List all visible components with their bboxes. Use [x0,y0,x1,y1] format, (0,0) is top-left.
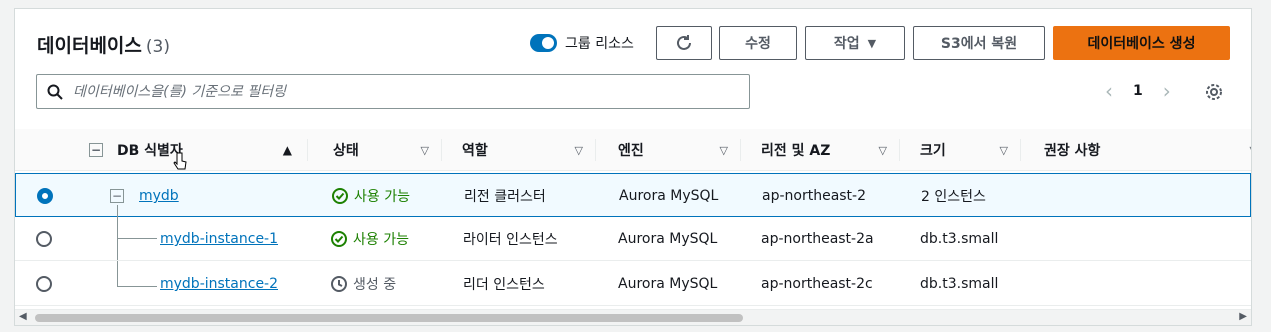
collapse-icon[interactable]: − [110,189,124,203]
column-label: 권장 사항 [1044,143,1101,159]
table-row[interactable]: mydb-instance-2 생성 중 리더 인스턴스 Aurora MySQ… [15,262,1251,306]
row-radio[interactable] [37,188,53,204]
row-select-cell[interactable] [37,174,53,218]
row-radio[interactable] [36,276,52,292]
check-circle-icon [332,188,348,204]
engine-cell: Aurora MySQL [619,188,719,204]
group-resources-toggle[interactable]: 그룹 리소스 [530,33,634,53]
scroll-thumb[interactable] [35,314,743,322]
column-engine[interactable]: 엔진 ▽ [618,129,740,171]
modify-label: 수정 [745,36,771,52]
current-page[interactable]: 1 [1133,83,1143,99]
row-radio[interactable] [36,231,52,247]
status-cell: 사용 가능 [331,217,409,261]
sort-icon: ▽ [1250,144,1251,157]
create-database-label: 데이터베이스 생성 [1087,36,1196,52]
gear-icon[interactable] [1203,81,1225,103]
actions-label: 작업 [833,36,860,52]
role-cell: 리더 인스턴스 [463,277,545,293]
filter-search[interactable] [36,74,750,109]
refresh-icon [677,35,691,50]
toggle-switch[interactable] [530,34,557,52]
db-identifier-link[interactable]: mydb-instance-1 [160,231,278,247]
create-database-button[interactable]: 데이터베이스 생성 [1053,26,1230,60]
scroll-right-icon[interactable]: ▶ [1239,311,1247,322]
column-label: 엔진 [618,143,644,159]
db-identifier-link[interactable]: mydb [139,188,179,204]
page-title: 데이터베이스 (3) [37,31,170,58]
database-count: (3) [145,37,170,57]
collapse-all-icon[interactable]: − [89,143,103,157]
check-circle-icon [331,231,347,247]
column-region-az[interactable]: 리전 및 AZ ▽ [761,129,899,171]
column-db-identifier[interactable]: − DB 식별자 ▲ [89,129,304,171]
refresh-button[interactable] [656,26,712,60]
status-text: 사용 가능 [354,189,410,205]
horizontal-scrollbar[interactable]: ◀ ▶ [15,309,1251,325]
sort-ascending-icon: ▲ [282,143,292,157]
title-text: 데이터베이스 [37,35,142,57]
caret-down-icon: ▼ [867,36,877,50]
column-recommendations[interactable]: 권장 사항 ▽ [1044,129,1251,171]
region-cell: ap-northeast-2a [761,231,874,247]
column-label: 역할 [462,143,488,159]
restore-s3-label: S3에서 복원 [940,36,1018,52]
row-select-cell[interactable] [36,262,52,306]
sort-icon: ▽ [999,143,1008,157]
engine-cell: Aurora MySQL [618,231,718,247]
clock-icon [331,276,347,292]
table-row[interactable]: − mydb 사용 가능 리전 클러스터 Aurora MySQL ap-nor… [15,173,1251,217]
db-identifier-link[interactable]: mydb-instance-2 [160,276,278,292]
status-text: 사용 가능 [353,232,409,248]
prev-page-icon[interactable]: ‹ [1105,79,1113,103]
restore-from-s3-button[interactable]: S3에서 복원 [913,26,1045,60]
size-cell: db.t3.small [920,276,999,292]
sort-icon: ▽ [878,143,887,157]
next-page-icon[interactable]: › [1163,79,1171,103]
actions-button[interactable]: 작업 ▼ [805,26,905,60]
role-cell: 리전 클러스터 [464,189,546,205]
engine-cell: Aurora MySQL [618,276,718,292]
column-label: 크기 [920,143,946,159]
toggle-label: 그룹 리소스 [565,36,634,52]
column-size[interactable]: 크기 ▽ [920,129,1020,171]
databases-panel: 데이터베이스 (3) 그룹 리소스 수정 작업 ▼ S3에서 복원 데이터베이스 … [14,8,1252,326]
column-label: 상태 [333,143,359,159]
pagination: ‹ 1 › [1105,79,1171,103]
status-cell: 사용 가능 [332,174,410,218]
row-select-cell[interactable] [36,217,52,261]
table-column-headers: − DB 식별자 ▲ 상태 ▽ 역할 ▽ 엔진 ▽ 리전 및 AZ ▽ 크기 ▽ [15,129,1251,171]
modify-button[interactable]: 수정 [719,26,797,60]
search-input[interactable] [73,83,733,100]
sort-icon: ▽ [420,143,429,157]
role-cell: 라이터 인스턴스 [463,232,558,248]
column-status[interactable]: 상태 ▽ [333,129,441,171]
status-cell: 생성 중 [331,262,396,306]
column-role[interactable]: 역할 ▽ [462,129,595,171]
table-row[interactable]: mydb-instance-1 사용 가능 라이터 인스턴스 Aurora My… [15,217,1251,261]
region-cell: ap-northeast-2c [761,276,873,292]
size-cell: 2 인스턴스 [921,189,986,205]
search-icon [47,84,63,100]
scroll-left-icon[interactable]: ◀ [19,311,27,322]
size-cell: db.t3.small [920,231,999,247]
column-label: 리전 및 AZ [761,143,831,159]
db-identifier-cell: mydb-instance-1 [160,217,278,261]
status-text: 생성 중 [353,277,397,293]
db-identifier-cell: mydb-instance-2 [160,262,278,306]
mouse-cursor-icon [173,152,187,170]
sort-icon: ▽ [719,143,728,157]
sort-icon: ▽ [574,143,583,157]
table-header-bar: 데이터베이스 (3) 그룹 리소스 수정 작업 ▼ S3에서 복원 데이터베이스 … [15,9,1251,129]
region-cell: ap-northeast-2 [762,188,867,204]
db-identifier-cell: − mydb [110,174,179,218]
